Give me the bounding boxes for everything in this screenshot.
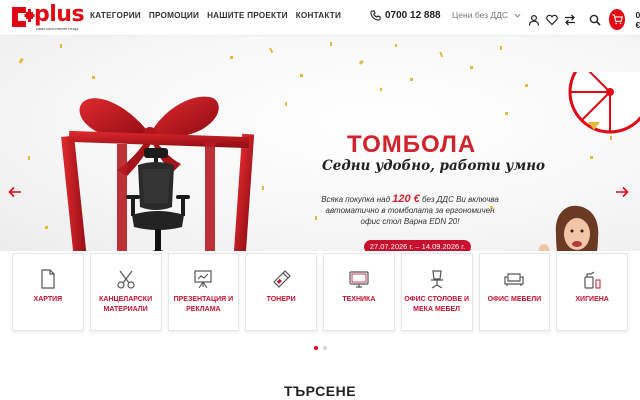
nav-item-contacts[interactable]: КОНТАКТИ [296, 11, 341, 20]
cart-button[interactable] [609, 9, 626, 30]
category-label: ХИГИЕНА [575, 296, 609, 303]
chevron-down-icon [514, 13, 521, 17]
category-label: ПРЕЗЕНТАЦИЯ И РЕКЛАМА [173, 296, 234, 313]
user-icon [528, 14, 540, 26]
category-label: КАНЦЕЛАРСКИ МАТЕРИАЛИ [99, 296, 153, 313]
slider-dot-1[interactable] [314, 346, 318, 350]
category-card-chairs[interactable]: ОФИС СТОЛОВЕ И МЕКА МЕБЕЛ [400, 253, 473, 331]
search-section-title: ТЪРСЕНЕ [283, 383, 357, 399]
price-mode-select[interactable]: Цени без ДДС [452, 10, 521, 20]
promo-description: Всяка покупка над 120 € без ДДС Ви включ… [316, 194, 504, 227]
promo-subtitle: Седни удобно, работи умно [322, 158, 546, 174]
promo-amount: 120 € [392, 193, 420, 205]
compare-button[interactable] [564, 14, 576, 26]
category-card-tech[interactable]: ТЕХНИКА [323, 253, 395, 331]
cart-icon [612, 14, 623, 25]
phone-number: 0700 12 888 [385, 10, 441, 21]
wishlist-button[interactable] [546, 14, 558, 26]
category-label: ОФИС МЕБЕЛИ [487, 296, 542, 303]
promo-dates: 27.07.2026 г. – 14.09.2026 г. [364, 240, 471, 251]
hero-banner[interactable]: ТОМБОЛА Седни удобно, работи умно Всяка … [0, 36, 640, 251]
category-label: ТЕХНИКА [342, 296, 376, 303]
header-actions: 0 € [528, 9, 640, 30]
nav-item-promotions[interactable]: ПРОМОЦИИ [149, 11, 199, 20]
office-chair-icon [430, 270, 443, 289]
search-icon [589, 14, 601, 26]
slider-next-arrow-icon[interactable] [615, 186, 629, 198]
category-cards: ХАРТИЯ КАНЦЕЛАРСКИ МАТЕРИАЛИ ПРЕЗЕНТАЦИЯ… [12, 253, 628, 331]
category-card-presentation[interactable]: ПРЕЗЕНТАЦИЯ И РЕКЛАМА [167, 253, 240, 331]
prize-wheel-image [568, 72, 640, 134]
logo-tagline: само качествени неща [36, 26, 79, 31]
site-header: plus само качествени неща КАТЕГОРИИ ПРОМ… [0, 0, 640, 36]
promo-text-before: Всяка покупка над [321, 195, 390, 204]
category-card-furniture[interactable]: ОФИС МЕБЕЛИ [478, 253, 551, 331]
logo-mark-icon [12, 7, 35, 27]
main-nav: КАТЕГОРИИ ПРОМОЦИИ НАШИТЕ ПРОЕКТИ КОНТАК… [90, 11, 341, 20]
phone-link[interactable]: 0700 12 888 [370, 10, 441, 21]
slider-dot-2[interactable] [323, 346, 327, 350]
phone-icon [370, 10, 381, 21]
price-mode-value: Цени без ДДС [452, 10, 509, 20]
toner-icon [273, 270, 291, 288]
nav-item-projects[interactable]: НАШИТЕ ПРОЕКТИ [207, 11, 288, 20]
compare-icon [565, 14, 575, 25]
logo-text: plus [34, 2, 85, 27]
woman-photo [538, 205, 599, 251]
slider-prev-arrow-icon[interactable] [8, 186, 22, 198]
category-card-hygiene[interactable]: ХИГИЕНА [556, 253, 628, 331]
category-card-paper[interactable]: ХАРТИЯ [12, 253, 84, 331]
sofa-icon [504, 273, 524, 286]
cleaning-icon [584, 271, 601, 289]
category-label: ТОНЕРИ [266, 296, 296, 303]
heart-icon [546, 14, 558, 25]
category-label: ОФИС СТОЛОВЕ И МЕКА МЕБЕЛ [404, 296, 469, 313]
office-chair-image [126, 148, 190, 251]
category-card-office-supplies[interactable]: КАНЦЕЛАРСКИ МАТЕРИАЛИ [89, 253, 162, 331]
slider-dots [314, 346, 327, 350]
search-button[interactable] [589, 14, 601, 26]
nav-item-categories[interactable]: КАТЕГОРИИ [90, 11, 141, 20]
computer-icon [349, 271, 369, 288]
presentation-board-icon [194, 270, 212, 289]
paper-icon [41, 269, 55, 289]
category-card-toners[interactable]: ТОНЕРИ [245, 253, 317, 331]
scissors-icon [117, 270, 135, 289]
logo[interactable]: plus само качествени неща [9, 2, 85, 31]
cart-total: 0 € [635, 9, 640, 30]
promo-title: ТОМБОЛА [347, 131, 477, 158]
category-label: ХАРТИЯ [33, 296, 63, 303]
account-button[interactable] [528, 14, 540, 26]
